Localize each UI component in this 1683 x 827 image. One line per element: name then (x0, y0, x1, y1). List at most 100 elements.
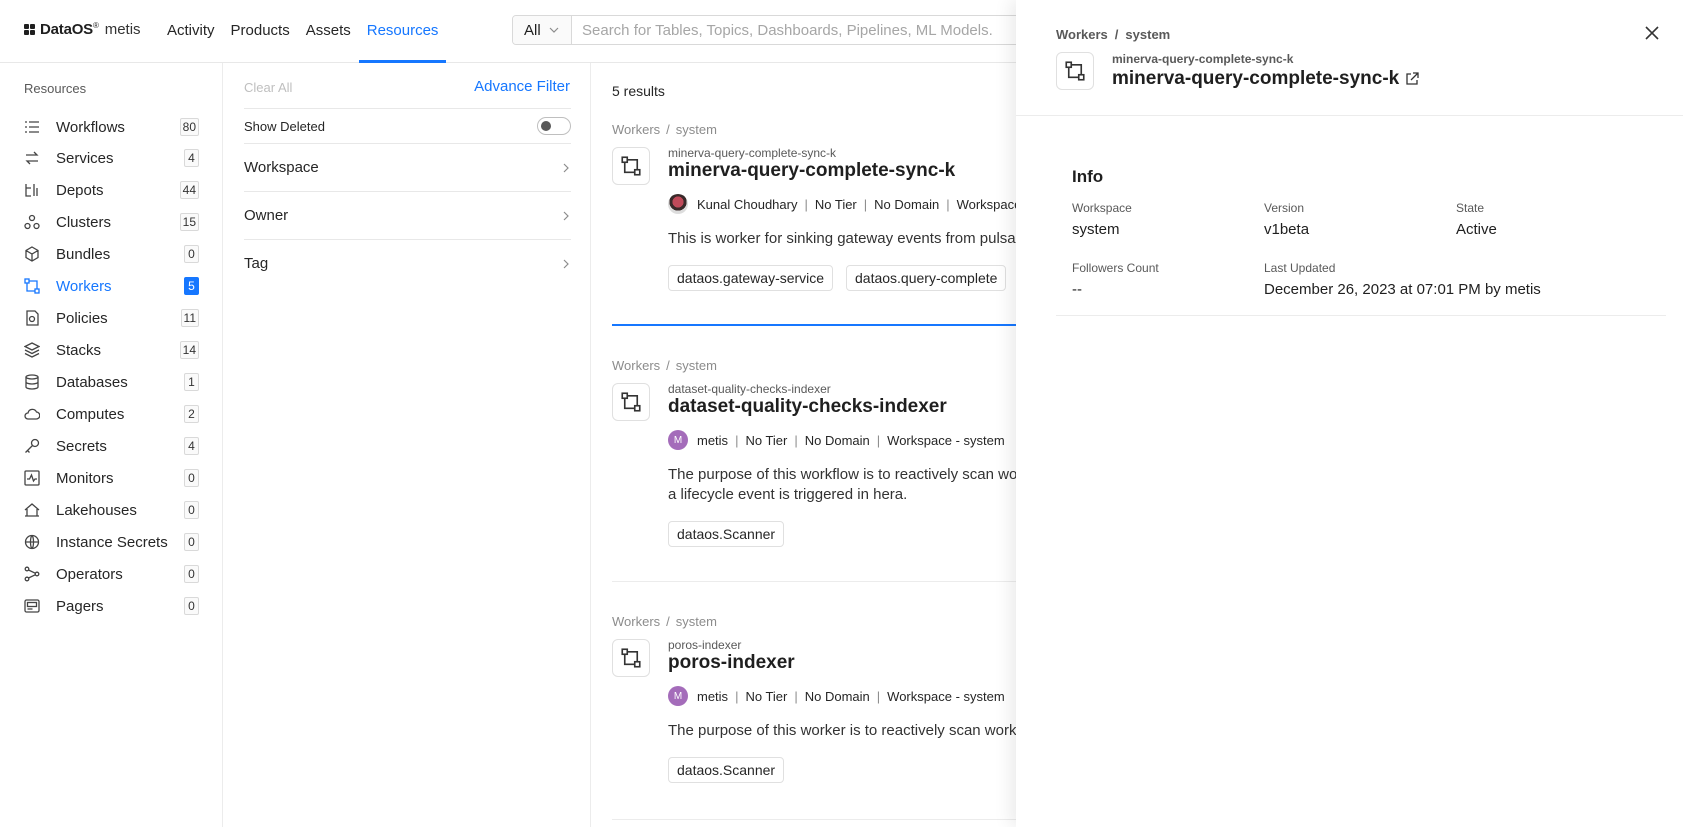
info-followers-value: -- (1072, 281, 1082, 298)
search-input[interactable] (572, 16, 1031, 44)
workflows-icon (24, 119, 40, 135)
result-card[interactable]: Workers / system minerva-query-complete-sy… (612, 122, 1016, 367)
chevron-right-icon (563, 259, 569, 268)
nav-assets[interactable]: Assets (298, 0, 359, 63)
avatar (668, 194, 688, 214)
nav-products[interactable]: Products (223, 0, 298, 63)
sidebar-item-count: 0 (184, 469, 199, 487)
card-meta: M metis | No Tier | No Domain | Workspac… (668, 686, 1005, 706)
sidebar-item-lakehouses[interactable]: Lakehouses 0 (24, 499, 199, 521)
sidebar-item-pagers[interactable]: Pagers 0 (24, 595, 199, 617)
card-owner[interactable]: Kunal Choudhary (697, 197, 797, 212)
result-card[interactable]: Workers / system dataset-quality-checks-in… (612, 358, 1016, 588)
card-tier: No Tier (745, 432, 788, 448)
search-scope-select[interactable]: All (513, 16, 572, 44)
sidebar-item-label: Operators (56, 565, 123, 583)
crumb-workspace[interactable]: system (676, 358, 717, 373)
pagers-icon (24, 598, 40, 614)
sidebar-item-count: 4 (184, 149, 199, 167)
tag-chip[interactable]: dataos.Scanner (668, 521, 785, 547)
sidebar-item-label: Lakehouses (56, 501, 137, 519)
info-followers-label: Followers Count (1072, 261, 1159, 275)
card-divider (612, 819, 1016, 820)
drawer-crumb-type[interactable]: Workers (1056, 27, 1108, 42)
results-list: 5 results Workers / system minerva-query-c… (591, 63, 1016, 827)
tag-chip[interactable]: dataos.query-complete (846, 265, 1007, 291)
crumb-workspace[interactable]: system (676, 122, 717, 137)
filter-tag[interactable]: Tag (244, 239, 571, 287)
crumb-type[interactable]: Workers (612, 122, 660, 137)
card-breadcrumb: Workers / system (612, 122, 717, 137)
tag-chip[interactable]: dataos.Scanner (668, 757, 785, 783)
card-title[interactable]: minerva-query-complete-sync-k (668, 160, 955, 182)
monitors-icon (24, 470, 40, 486)
search-scope-value: All (524, 21, 541, 39)
nav-activity[interactable]: Activity (159, 0, 223, 63)
crumb-workspace[interactable]: system (676, 614, 717, 629)
secrets-icon (24, 438, 40, 454)
close-icon[interactable] (1643, 24, 1661, 42)
filter-tag-label: Tag (244, 255, 269, 272)
external-link-icon[interactable] (1405, 72, 1419, 86)
sidebar-item-bundles[interactable]: Bundles 0 (24, 243, 199, 265)
filter-panel: Clear All Advance Filter Show Deleted Wo… (223, 63, 591, 827)
advance-filter-link[interactable]: Advance Filter (474, 78, 570, 95)
show-deleted-toggle[interactable] (537, 117, 571, 135)
sidebar-item-stacks[interactable]: Stacks 14 (24, 339, 199, 361)
operators-icon (24, 566, 40, 582)
worker-icon (612, 383, 650, 421)
dataos-logo[interactable]: DataOS® metis (24, 21, 141, 38)
filter-owner[interactable]: Owner (244, 191, 571, 239)
resources-sidebar: Resources Workflows 80 Services 4 Depots… (0, 63, 223, 827)
crumb-type[interactable]: Workers (612, 614, 660, 629)
worker-icon (612, 639, 650, 677)
card-title[interactable]: poros-indexer (668, 652, 795, 674)
result-card[interactable]: Workers / system poros-indexer poros-index… (612, 614, 1016, 827)
workers-icon (24, 278, 40, 294)
sidebar-item-count: 0 (184, 565, 199, 583)
card-title[interactable]: dataset-quality-checks-indexer (668, 396, 947, 418)
worker-icon (1056, 52, 1094, 90)
card-workspace: Workspace - (956, 196, 1016, 212)
sidebar-item-services[interactable]: Services 4 (24, 147, 199, 169)
card-owner[interactable]: metis (697, 689, 728, 704)
sidebar-item-workers[interactable]: Workers 5 (24, 275, 199, 297)
sidebar-item-monitors[interactable]: Monitors 0 (24, 467, 199, 489)
info-state-label: State (1456, 201, 1485, 215)
clear-all-button[interactable]: Clear All (244, 80, 292, 95)
sidebar-item-policies[interactable]: Policies 11 (24, 307, 199, 329)
nav-resources[interactable]: Resources (358, 0, 447, 63)
card-fqn: poros-indexer (668, 638, 742, 652)
sidebar-item-label: Workflows (56, 118, 125, 136)
sidebar-item-instance-secrets[interactable]: Instance Secrets 0 (24, 531, 199, 553)
sidebar-item-databases[interactable]: Databases 1 (24, 371, 199, 393)
sidebar-item-depots[interactable]: Depots 44 (24, 179, 199, 201)
filter-workspace[interactable]: Workspace (244, 143, 571, 191)
card-domain: No Domain (804, 688, 870, 704)
sidebar-item-operators[interactable]: Operators 0 (24, 563, 199, 585)
sidebar-item-computes[interactable]: Computes 2 (24, 403, 199, 425)
card-divider (612, 581, 1016, 582)
card-description: This is worker for sinking gateway event… (668, 230, 1016, 247)
info-workspace-label: Workspace (1072, 201, 1132, 215)
sidebar-item-count: 0 (184, 501, 199, 519)
selected-card-indicator (612, 324, 1016, 326)
sidebar-item-count: 2 (184, 405, 199, 423)
show-deleted-label: Show Deleted (244, 118, 325, 134)
stacks-icon (24, 342, 40, 358)
computes-icon (24, 406, 40, 422)
filter-owner-label: Owner (244, 207, 289, 224)
drawer-title: minerva-query-complete-sync-k (1112, 68, 1400, 89)
drawer-crumb-workspace[interactable]: system (1125, 27, 1170, 42)
sidebar-item-clusters[interactable]: Clusters 15 (24, 211, 199, 233)
sidebar-item-secrets[interactable]: Secrets 4 (24, 435, 199, 457)
sidebar-item-count: 80 (179, 118, 199, 136)
tag-chip[interactable]: dataos.gateway-service (668, 265, 834, 291)
info-divider (1056, 315, 1666, 316)
crumb-type[interactable]: Workers (612, 358, 660, 373)
card-owner[interactable]: metis (697, 433, 728, 448)
filter-workspace-label: Workspace (244, 159, 319, 176)
sidebar-item-workflows[interactable]: Workflows 80 (24, 116, 199, 138)
sidebar-item-label: Depots (56, 181, 104, 199)
drawer-title-row: minerva-query-complete-sync-k (1112, 68, 1419, 90)
